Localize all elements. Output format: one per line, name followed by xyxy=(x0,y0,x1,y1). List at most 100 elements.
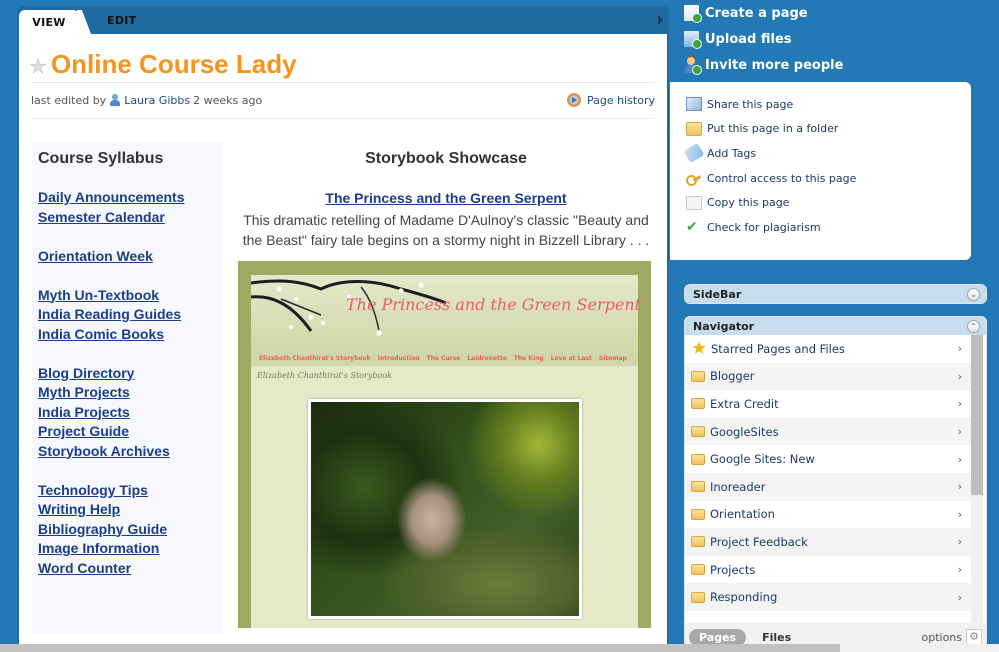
syllabus-link[interactable]: India Reading Guides xyxy=(38,305,216,325)
page-meta: last edited by Laura Gibbs 2 weeks ago P… xyxy=(31,92,655,108)
syllabus-links: Daily Announcements Semester Calendar Orie… xyxy=(38,188,216,578)
editor-link[interactable]: Laura Gibbs xyxy=(124,94,190,107)
syllabus-link[interactable]: Myth Projects xyxy=(38,383,216,403)
tab-view[interactable]: VIEW xyxy=(19,10,79,34)
syllabus-link[interactable]: Myth Un-Textbook xyxy=(38,286,216,306)
syllabus-link[interactable]: Orientation Week xyxy=(38,247,216,267)
syllabus-link[interactable]: Project Guide xyxy=(38,422,216,442)
copy-page-action[interactable]: Copy this page xyxy=(686,190,971,215)
page-history-link[interactable]: Page history xyxy=(567,93,655,107)
navigator-item-label: Project Feedback xyxy=(710,534,808,549)
storybook-nav-item: Love at Last xyxy=(550,354,592,362)
files-tab[interactable]: Files xyxy=(762,631,791,644)
storybook-nav-item: Introduction xyxy=(377,354,420,362)
copy-icon xyxy=(686,195,702,210)
action-label: Create a page xyxy=(705,5,808,21)
navigator-widget: Navigator ⌃ ★ Starred Pages and Files › Blo… xyxy=(684,316,987,652)
syllabus-link[interactable]: Blog Directory xyxy=(38,364,216,384)
navigator-item-label: Extra Credit xyxy=(710,396,779,411)
folder-icon xyxy=(691,481,705,493)
control-access-action[interactable]: Control access to this page xyxy=(686,166,971,191)
invite-people-button[interactable]: Invite more people xyxy=(684,52,984,78)
navigator-scroll-thumb[interactable] xyxy=(971,335,983,495)
expand-arrow-icon[interactable] xyxy=(658,15,663,25)
checkmark-icon: ✔ xyxy=(686,219,698,236)
upload-files-icon xyxy=(684,31,702,49)
syllabus-link[interactable]: Semester Calendar xyxy=(38,208,216,228)
navigator-item[interactable]: Extra Credit › xyxy=(685,390,972,418)
options-link[interactable]: options xyxy=(921,631,962,644)
main-panel: VIEW EDIT ★ Online Course Lady last edit… xyxy=(17,6,669,652)
star-icon: ★ xyxy=(691,337,708,359)
last-edited-label: last edited by xyxy=(31,93,107,107)
chevron-right-icon[interactable]: › xyxy=(958,480,962,493)
sidebar-widget: SideBar ⌄ xyxy=(684,284,987,304)
add-tags-action[interactable]: Add Tags xyxy=(683,141,971,166)
storybook-nav-item: Sitemap xyxy=(598,354,627,362)
star-icon[interactable]: ★ xyxy=(29,54,47,79)
navigator-item[interactable]: Responding › xyxy=(685,583,972,611)
history-play-icon xyxy=(567,93,582,107)
story-description: This dramatic retelling of Madame D'Auln… xyxy=(242,212,650,248)
syllabus-link[interactable]: Daily Announcements xyxy=(38,188,216,208)
chevron-down-icon[interactable]: ⌄ xyxy=(967,287,980,301)
action-label: Control access to this page xyxy=(707,171,857,185)
horizontal-scrollbar[interactable] xyxy=(0,644,999,652)
navigator-list: ★ Starred Pages and Files › Blogger › Extra C… xyxy=(685,335,972,623)
navigator-item[interactable]: ★ Starred Pages and Files › xyxy=(685,335,972,363)
syllabus-link[interactable]: India Projects xyxy=(38,403,216,423)
chevron-right-icon[interactable]: › xyxy=(958,370,962,383)
chevron-up-icon[interactable]: ⌃ xyxy=(967,319,980,333)
storybook-screenshot-image[interactable]: The Princess and the Green Serpent Eliza… xyxy=(238,261,651,628)
syllabus-link[interactable]: Image Information xyxy=(38,539,216,559)
horizontal-scroll-thumb[interactable] xyxy=(0,644,840,652)
chevron-right-icon[interactable]: › xyxy=(958,591,962,604)
gear-icon[interactable]: ⚙ xyxy=(966,629,982,645)
tab-edit[interactable]: EDIT xyxy=(107,10,157,34)
action-label: Check for plagiarism xyxy=(707,220,821,234)
page-actions-panel: Share this page Put this page in a folder… xyxy=(670,82,971,260)
syllabus-link[interactable]: Bibliography Guide xyxy=(38,520,216,540)
navigator-item[interactable]: GoogleSites › xyxy=(685,417,972,446)
chevron-right-icon[interactable]: › xyxy=(958,535,962,548)
navigator-item-label: Starred Pages and Files xyxy=(711,341,845,356)
upload-files-button[interactable]: Upload files xyxy=(684,26,984,52)
pages-tab[interactable]: Pages xyxy=(689,628,747,646)
navigator-item[interactable]: Google Sites: New › xyxy=(685,445,972,473)
syllabus-link[interactable]: India Comic Books xyxy=(38,325,216,345)
story-title-link[interactable]: The Princess and the Green Serpent xyxy=(325,190,566,206)
syllabus-link[interactable]: Word Counter xyxy=(38,559,216,579)
chevron-right-icon[interactable]: › xyxy=(958,453,962,466)
key-icon xyxy=(686,171,702,187)
navigator-item[interactable]: Orientation › xyxy=(685,501,972,529)
chevron-right-icon[interactable]: › xyxy=(958,508,962,521)
syllabus-link[interactable]: Technology Tips xyxy=(38,481,216,501)
move-to-folder-action[interactable]: Put this page in a folder xyxy=(686,117,971,142)
share-mail-icon xyxy=(686,97,702,112)
action-label: Invite more people xyxy=(705,57,844,73)
chevron-right-icon[interactable]: › xyxy=(958,397,962,410)
navigator-title: Navigator xyxy=(693,319,755,333)
folder-icon xyxy=(691,591,705,603)
navigator-item[interactable]: Blogger › xyxy=(685,362,972,391)
create-page-button[interactable]: Create a page xyxy=(684,0,984,26)
chevron-right-icon[interactable]: › xyxy=(958,425,962,438)
storybook-nav-item: Laidronette xyxy=(467,354,507,362)
sidebar-widget-title: SideBar xyxy=(693,287,742,301)
navigator-header[interactable]: Navigator ⌃ xyxy=(685,317,986,335)
storybook-page-preview: The Princess and the Green Serpent Eliza… xyxy=(251,275,641,628)
share-page-action[interactable]: Share this page xyxy=(686,92,971,117)
sidebar-widget-header[interactable]: SideBar ⌄ xyxy=(685,285,986,303)
check-plagiarism-action[interactable]: ✔ Check for plagiarism xyxy=(686,215,971,240)
syllabus-link[interactable]: Writing Help xyxy=(38,500,216,520)
chevron-right-icon[interactable]: › xyxy=(958,563,962,576)
navigator-item[interactable]: Projects › xyxy=(685,556,972,584)
navigator-item[interactable]: Project Feedback › xyxy=(685,528,972,556)
folder-icon xyxy=(691,564,705,576)
chevron-right-icon[interactable]: › xyxy=(958,342,962,355)
navigator-scrollbar[interactable] xyxy=(971,335,983,623)
syllabus-link[interactable]: Storybook Archives xyxy=(38,442,216,462)
forest-woman-photo xyxy=(311,402,579,616)
navigator-item[interactable]: Inoreader › xyxy=(685,472,972,501)
tag-icon xyxy=(683,143,705,164)
